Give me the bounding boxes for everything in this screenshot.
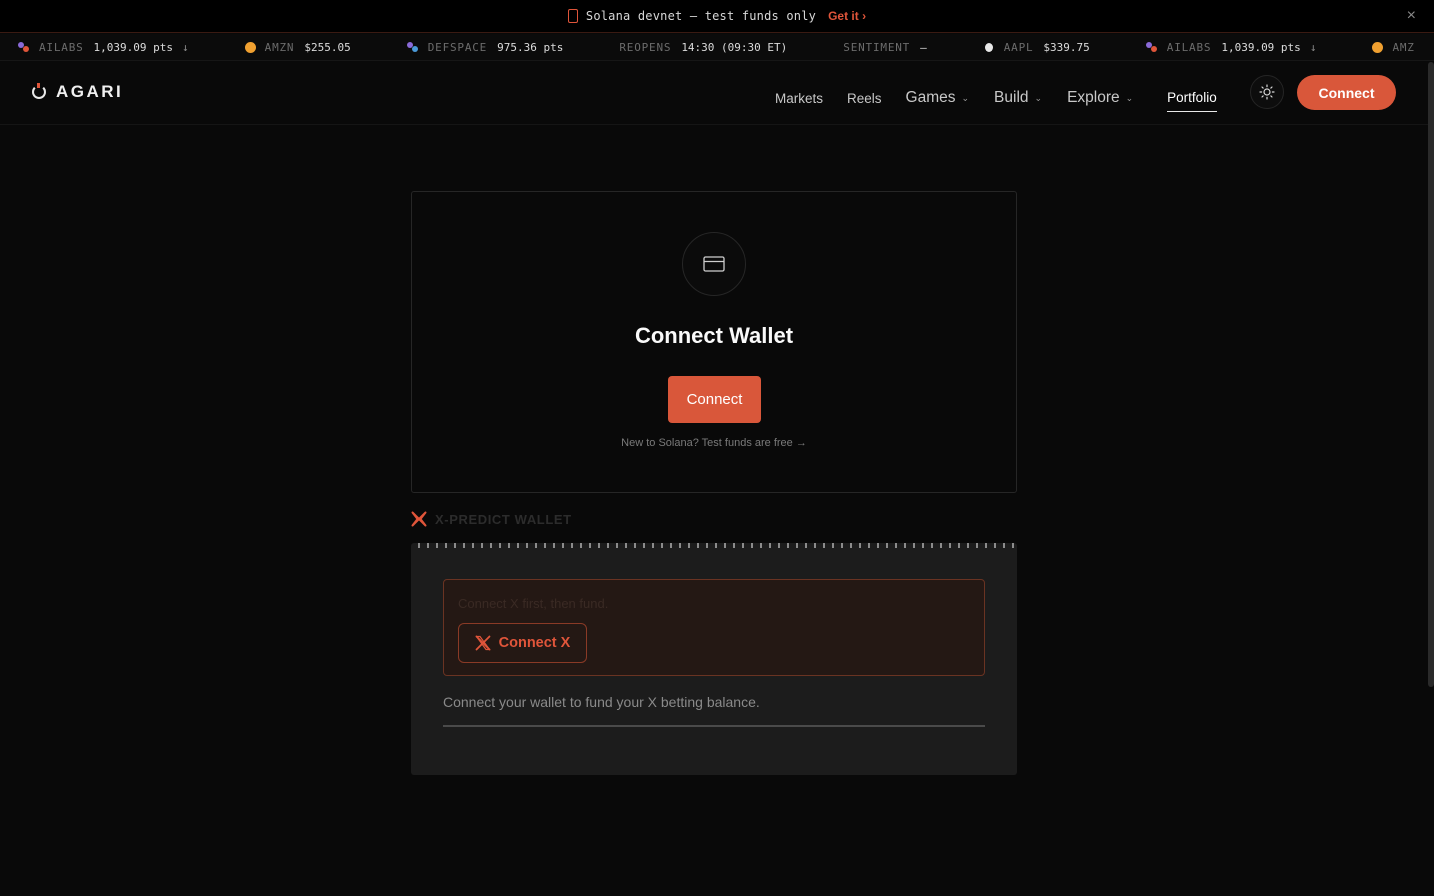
fund-divider — [443, 725, 985, 727]
wallet-icon-container — [682, 232, 746, 296]
chevron-right-icon: › — [862, 9, 867, 23]
wallet-icon — [703, 256, 725, 272]
nav-build-label: Build — [994, 89, 1029, 106]
ticker-value: $339.75 — [1043, 40, 1090, 54]
x-logo-icon — [474, 635, 491, 651]
fund-balance-text: Connect your wallet to fund your X betti… — [443, 694, 760, 710]
x-predict-header: X-PREDICT WALLET — [411, 511, 572, 527]
ticker-value: 1,039.09 pts — [93, 40, 174, 54]
multicolor-dots-icon — [406, 41, 419, 53]
brand-logo[interactable]: AGARI — [32, 82, 123, 102]
ticker-value: — — [920, 40, 927, 54]
brand-name: AGARI — [56, 82, 124, 101]
ticker-item[interactable]: AAPL $339.75 — [983, 41, 1090, 54]
close-icon[interactable]: × — [1407, 7, 1416, 25]
main-nav: Markets Reels Games ⌄ Build ⌄ Explore ⌄ … — [775, 84, 1217, 112]
ticker-item[interactable]: DEFSPACE 975.36 pts — [406, 40, 564, 54]
amazon-coin-icon — [244, 41, 256, 53]
apple-icon — [983, 41, 995, 53]
ticker-item[interactable]: AMZ — [1372, 41, 1424, 54]
ticker-item[interactable]: AILABS 1,039.09 pts ↓ — [1145, 40, 1317, 54]
x-logo-icon — [411, 511, 427, 527]
nav-explore[interactable]: Explore ⌄ — [1067, 89, 1133, 107]
connect-x-alert: Connect X first, then fund. Connect X — [443, 579, 985, 676]
nav-markets[interactable]: Markets — [775, 91, 823, 106]
ticker-value: 975.36 pts — [497, 40, 564, 54]
multicolor-dots-icon — [1145, 41, 1158, 53]
x-predict-panel: Connect X first, then fund. Connect X Co… — [411, 543, 1017, 775]
sun-icon — [1259, 84, 1275, 100]
nav-reels[interactable]: Reels — [847, 91, 882, 106]
announcement-text: Solana devnet — test funds only — [585, 9, 817, 23]
connect-button[interactable]: Connect — [1297, 75, 1396, 110]
alert-message: Connect X first, then fund. — [458, 596, 609, 611]
nav-build[interactable]: Build ⌄ — [994, 89, 1042, 107]
ticker-item[interactable]: AILABS 1,039.09 pts ↓ — [18, 41, 189, 54]
ticker-symbol: DEFSPACE — [427, 40, 488, 54]
ticker-symbol: AMZN — [264, 40, 295, 54]
price-ticker: AILABS 1,039.09 pts ↓ AMZN $255.05 DEFSP… — [0, 34, 1434, 61]
perforation-divider — [411, 543, 1017, 548]
test-funds-link[interactable]: New to Solana? Test funds are free → — [412, 437, 1016, 449]
connect-x-label: Connect X — [498, 635, 571, 651]
connect-wallet-title: Connect Wallet — [634, 323, 794, 348]
nav-explore-label: Explore — [1067, 89, 1120, 106]
ticker-symbol: SENTIMENT — [843, 40, 911, 54]
amazon-coin-icon — [1372, 41, 1384, 53]
ticker-symbol: AILABS — [39, 40, 84, 54]
ticker-item[interactable]: SENTIMENT — — [843, 41, 926, 54]
ticker-item[interactable]: AMZN $255.05 — [244, 40, 351, 54]
ticker-symbol: REOPENS — [619, 40, 672, 54]
arrow-down-icon: ↓ — [1309, 40, 1317, 54]
ticker-value: $255.05 — [304, 40, 351, 54]
scrollbar[interactable] — [1428, 62, 1434, 687]
get-it-link[interactable]: Get it › — [828, 9, 866, 23]
phone-icon — [567, 9, 578, 23]
chevron-down-icon: ⌄ — [1125, 92, 1134, 103]
ticker-item[interactable]: REOPENS 14:30 (09:30 ET) — [619, 41, 787, 54]
connect-wallet-button[interactable]: Connect — [668, 376, 761, 423]
ticker-symbol: AAPL — [1003, 40, 1034, 54]
nav-games[interactable]: Games ⌄ — [906, 89, 970, 107]
site-header: AGARI Markets Reels Games ⌄ Build ⌄ Expl… — [0, 62, 1434, 125]
chevron-down-icon: ⌄ — [1034, 92, 1043, 103]
nav-games-label: Games — [905, 89, 956, 106]
x-predict-title: X-PREDICT WALLET — [435, 511, 572, 527]
nav-portfolio[interactable]: Portfolio — [1167, 90, 1217, 112]
ticker-symbol: AMZ — [1392, 40, 1415, 54]
chevron-down-icon: ⌄ — [961, 92, 970, 103]
ticker-value: 1,039.09 pts — [1221, 40, 1301, 54]
connect-x-button[interactable]: Connect X — [458, 623, 587, 663]
ticker-value: 14:30 (09:30 ET) — [681, 40, 788, 54]
ticker-symbol: AILABS — [1166, 40, 1212, 54]
announcement-bar: Solana devnet — test funds only Get it ›… — [0, 0, 1434, 33]
multicolor-dots-icon — [18, 41, 30, 53]
get-it-label: Get it — [828, 9, 859, 23]
power-icon — [32, 83, 46, 99]
arrow-down-icon: ↓ — [182, 40, 189, 54]
connect-wallet-card: Connect Wallet Connect New to Solana? Te… — [411, 191, 1017, 493]
theme-toggle-button[interactable] — [1250, 75, 1284, 109]
